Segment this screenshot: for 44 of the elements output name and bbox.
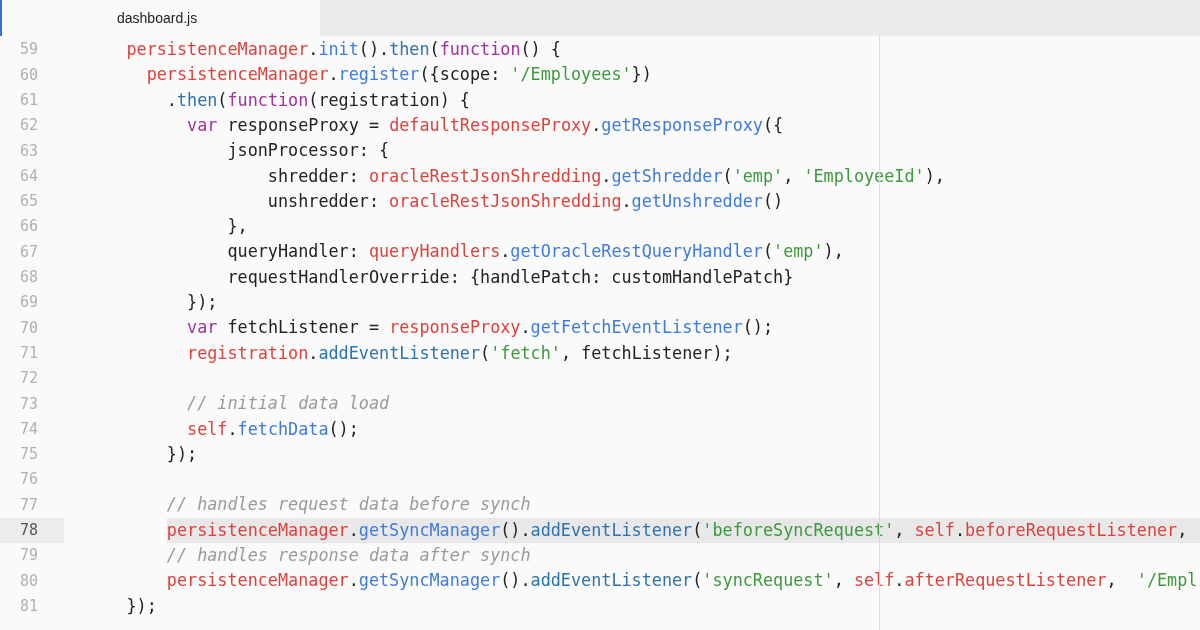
code-line: }, bbox=[227, 215, 249, 239]
code-line: }); bbox=[187, 291, 219, 314]
code-line: }); bbox=[126, 594, 158, 618]
line-number: 79 bbox=[20, 545, 39, 567]
code-line: var responseProxy = defaultResponseProxy.getResponseProxy({ bbox=[187, 113, 785, 137]
code-line: shredder: oracleRestJsonShredding.getShredder('emp', 'EmployeeId'), bbox=[267, 164, 946, 188]
line-number: 77 bbox=[20, 494, 39, 516]
line-number: 59 bbox=[20, 39, 39, 61]
code-line: unshredder: oracleRestJsonShredding.getUnshredder() bbox=[267, 189, 785, 213]
code-comment: // handles request data before synch bbox=[166, 493, 532, 517]
code-line: persistenceManager.register({scope: '/Employees'}) bbox=[146, 63, 653, 87]
code-line: .then(function(registration) { bbox=[166, 88, 471, 112]
code-comment: // handles response data after synch bbox=[166, 544, 532, 567]
line-number: 69 bbox=[20, 292, 39, 314]
line-number: 65 bbox=[20, 191, 39, 213]
code-line: jsonProcessor: { bbox=[227, 139, 391, 163]
line-number: 62 bbox=[20, 115, 39, 137]
line-number: 68 bbox=[20, 267, 39, 289]
line-number: 81 bbox=[20, 595, 39, 617]
line-number: 61 bbox=[20, 90, 39, 111]
line-number: 76 bbox=[20, 469, 39, 491]
file-tab[interactable]: dashboard.js bbox=[0, 0, 320, 36]
code-line: self.fetchData(); bbox=[187, 417, 360, 441]
line-number: 71 bbox=[20, 342, 39, 364]
line-number: 64 bbox=[20, 165, 39, 187]
line-number: 73 bbox=[20, 393, 39, 415]
line-number: 63 bbox=[20, 140, 39, 162]
code-comment: // initial data load bbox=[187, 392, 391, 416]
line-number: 75 bbox=[20, 444, 39, 466]
line-number: 78 bbox=[20, 520, 39, 542]
line-number: 60 bbox=[20, 64, 39, 86]
line-number: 74 bbox=[20, 418, 39, 440]
code-line: }); bbox=[166, 442, 199, 466]
code-line: registration.addEventListener('fetch', fetchListener); bbox=[187, 341, 734, 365]
code-line: queryHandler: queryHandlers.getOracleRestQueryHandler('emp'), bbox=[227, 240, 845, 264]
line-number: 80 bbox=[20, 570, 39, 592]
code-line: persistenceManager.init().then(function() { bbox=[126, 38, 562, 62]
line-number: 66 bbox=[20, 216, 39, 238]
line-number: 67 bbox=[20, 241, 39, 263]
code-line: requestHandlerOverride: {handlePatch: customHandlePatch} bbox=[227, 265, 795, 289]
line-number: 70 bbox=[20, 317, 39, 339]
code-line: persistenceManager.getSyncManager().addEventListener('syncRequest', self.afterRequestListener, '/Empl bbox=[166, 569, 1199, 593]
line-number: 72 bbox=[20, 368, 39, 390]
code-line: var fetchListener = responseProxy.getFetchEventListener(); bbox=[187, 316, 775, 340]
